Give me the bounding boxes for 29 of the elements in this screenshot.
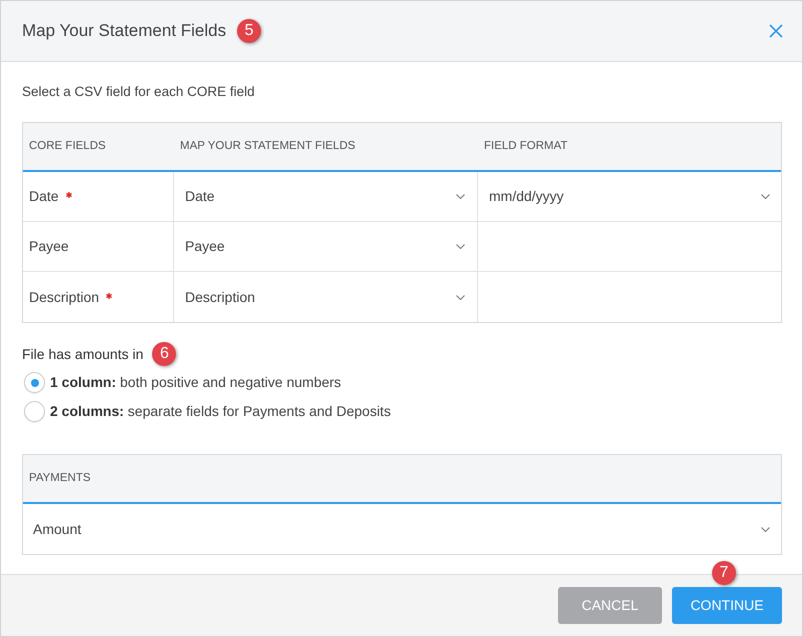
payments-select[interactable]: Amount <box>23 504 781 554</box>
chevron-down-icon <box>761 526 770 532</box>
chevron-down-icon <box>761 194 770 199</box>
column-header: PAYMENTS <box>28 470 91 486</box>
chevron-down-icon <box>456 244 465 249</box>
radio-button[interactable] <box>24 372 45 393</box>
radio-label: 2 columns: separate fields for Payments and Deposits <box>50 402 391 421</box>
statement-field-select[interactable]: Date <box>174 172 478 221</box>
radio-label: 1 column: both positive and negative numbers <box>50 373 342 392</box>
close-button[interactable] <box>769 24 783 38</box>
instructions-text: Select a CSV field for each CORE field <box>22 83 256 101</box>
column-header: MAP YOUR STATEMENT FIELDS <box>180 138 356 154</box>
field-format-select[interactable]: mm/dd/yyyy <box>478 172 781 221</box>
step-badge: 7 <box>712 561 736 585</box>
column-header: FIELD FORMAT <box>484 138 568 154</box>
step-badge: 5 <box>237 19 262 43</box>
core-field-label: Description <box>29 288 100 307</box>
close-icon <box>769 24 783 38</box>
core-field-label: Payee <box>29 237 69 256</box>
step-badge: 6 <box>152 342 176 366</box>
statement-field-select[interactable]: Description <box>174 272 478 322</box>
amounts-label: File has amounts in <box>22 344 144 364</box>
statement-field-select[interactable]: Payee <box>174 222 478 271</box>
column-header: CORE FIELDS <box>29 138 106 154</box>
chevron-down-icon <box>456 194 465 199</box>
radio-button[interactable] <box>24 401 45 422</box>
chevron-down-icon <box>456 294 465 300</box>
dialog-title: Map Your Statement Fields <box>22 20 226 42</box>
core-field-label: Date <box>29 187 59 206</box>
